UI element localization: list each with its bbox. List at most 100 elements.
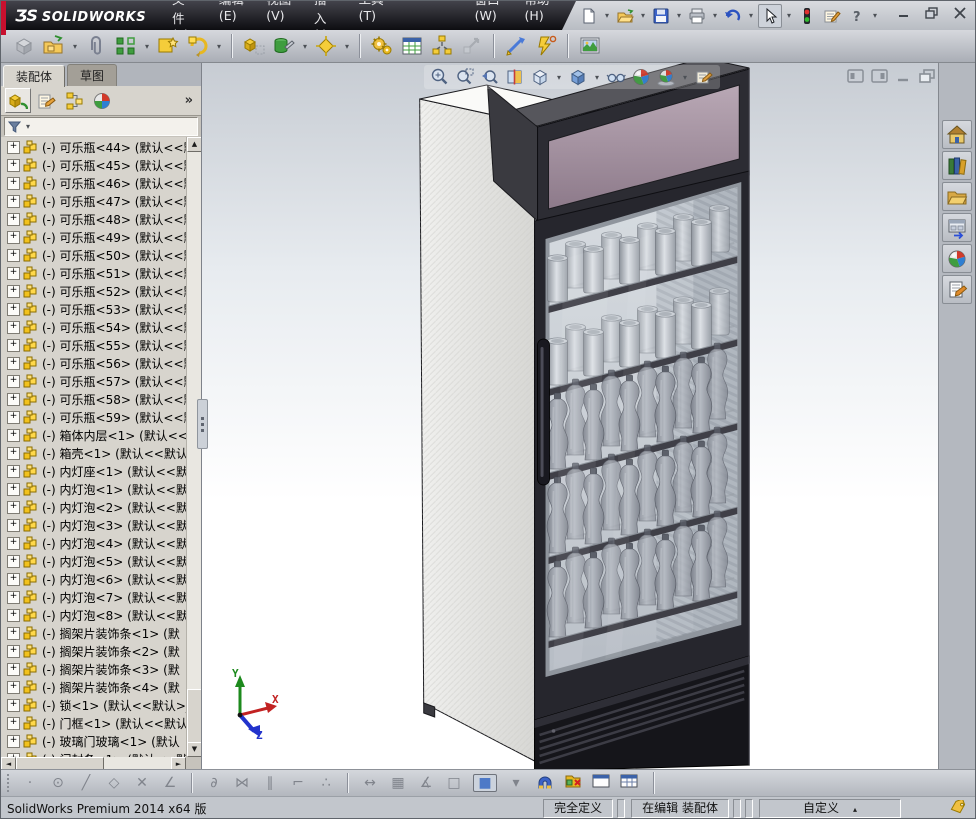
tree-filter-bar[interactable]: ▾ <box>4 117 198 136</box>
select-dropdown-icon[interactable]: ▾ <box>785 11 793 20</box>
shaded-display-icon[interactable]: ■ <box>473 774 497 792</box>
angle-snap-icon[interactable]: ∡ <box>417 775 435 791</box>
tree-row[interactable]: + (-) 内灯泡<5> (默认<<默 <box>1 552 187 570</box>
linear-component-pattern-icon[interactable] <box>113 33 139 59</box>
expand-plus-icon[interactable]: + <box>7 662 20 676</box>
refgeom-dropdown-icon[interactable]: ▾ <box>343 42 351 51</box>
panel-overflow-chevron[interactable]: » <box>185 93 197 108</box>
expand-plus-icon[interactable]: + <box>7 716 20 730</box>
solidworks-resources-home-icon[interactable] <box>942 120 972 149</box>
grid-pane-icon[interactable] <box>619 771 639 795</box>
expand-plus-icon[interactable]: + <box>7 392 20 406</box>
tree-row[interactable]: + (-) 可乐瓶<56> (默认<<默 <box>1 354 187 372</box>
propertymanager-icon[interactable] <box>33 88 59 113</box>
tree-row[interactable]: + (-) 内灯座<1> (默认<<默 <box>1 462 187 480</box>
tree-row[interactable]: + (-) 可乐瓶<46> (默认<<默 <box>1 174 187 192</box>
minimize-icon[interactable] <box>895 69 912 83</box>
scene-dropdown-icon[interactable]: ▾ <box>681 73 689 82</box>
mate-paperclip-icon[interactable] <box>83 33 109 59</box>
expand-plus-icon[interactable]: + <box>7 482 20 496</box>
smart-dimension-icon[interactable]: ↔ <box>361 775 379 791</box>
view-orientation-dropdown-icon[interactable]: ▾ <box>555 73 563 82</box>
tree-row[interactable]: + (-) 可乐瓶<48> (默认<<默 <box>1 210 187 228</box>
vertical-scroll-thumb[interactable] <box>187 689 201 743</box>
spline-tool-icon[interactable]: ∂ <box>205 775 223 791</box>
rebuild-traffic-light-icon[interactable] <box>796 5 818 27</box>
print-icon[interactable] <box>686 5 708 27</box>
expand-plus-icon[interactable]: + <box>7 698 20 712</box>
tree-row[interactable]: + (-) 内灯泡<4> (默认<<默 <box>1 534 187 552</box>
design-library-books-icon[interactable] <box>942 151 972 180</box>
tree-row[interactable]: + (-) 箱体内层<1> (默认<< <box>1 426 187 444</box>
close-icon[interactable] <box>951 5 969 21</box>
sketch-points-icon[interactable]: ∴ <box>317 775 335 791</box>
tree-row[interactable]: + (-) 内灯泡<6> (默认<<默 <box>1 570 187 588</box>
open-icon[interactable] <box>614 5 636 27</box>
restore-icon[interactable] <box>919 69 936 83</box>
tree-row[interactable]: + (-) 门封条<1> (默认<<默 <box>1 750 187 757</box>
smart-fasteners-icon[interactable] <box>155 33 181 59</box>
graphics-viewport[interactable]: ▾ ▾ ▾ Y X Z <box>202 63 941 769</box>
tree-row[interactable]: + (-) 可乐瓶<55> (默认<<默 <box>1 336 187 354</box>
save-icon[interactable] <box>650 5 672 27</box>
tree-row[interactable]: + (-) 可乐瓶<50> (默认<<默 <box>1 246 187 264</box>
expand-plus-icon[interactable]: + <box>7 734 20 748</box>
tree-row[interactable]: + (-) 可乐瓶<57> (默认<<默 <box>1 372 187 390</box>
reference-geometry-icon[interactable] <box>313 33 339 59</box>
expand-plus-icon[interactable]: + <box>7 608 20 622</box>
new-document-icon[interactable] <box>578 5 600 27</box>
expand-plus-icon[interactable]: + <box>7 302 20 316</box>
scroll-up-icon[interactable]: ▲ <box>187 137 201 152</box>
tree-row[interactable]: + (-) 内灯泡<2> (默认<<默 <box>1 498 187 516</box>
custom-toolbar-selector[interactable]: 自定义 ▴ <box>759 799 901 818</box>
undo-icon[interactable] <box>722 5 744 27</box>
expand-plus-icon[interactable]: + <box>7 536 20 550</box>
tree-row[interactable]: + (-) 内灯泡<8> (默认<<默 <box>1 606 187 624</box>
tree-row[interactable]: + (-) 锁<1> (默认<<默认>_ <box>1 696 187 714</box>
tree-row[interactable]: + (-) 可乐瓶<51> (默认<<默 <box>1 264 187 282</box>
features-dropdown-icon[interactable]: ▾ <box>301 42 309 51</box>
expand-plus-icon[interactable]: + <box>7 626 20 640</box>
tree-row[interactable]: + (-) 门框<1> (默认<<默认 <box>1 714 187 732</box>
custom-properties-icon[interactable] <box>942 275 972 304</box>
displaymanager-icon[interactable] <box>89 88 115 113</box>
expand-plus-icon[interactable]: + <box>7 428 20 442</box>
new-dropdown-icon[interactable]: ▾ <box>603 11 611 20</box>
tree-row[interactable]: + (-) 内灯泡<7> (默认<<默 <box>1 588 187 606</box>
grid-snap-icon[interactable]: ▦ <box>389 775 407 791</box>
panel-splitter-handle[interactable] <box>197 399 208 449</box>
tree-row[interactable]: + (-) 可乐瓶<54> (默认<<默 <box>1 318 187 336</box>
circle-tool-icon[interactable]: ⊙ <box>49 775 67 791</box>
assembly-features-icon[interactable] <box>271 33 297 59</box>
help-icon[interactable]: ? <box>846 5 868 27</box>
expand-plus-icon[interactable]: + <box>7 194 20 208</box>
expand-plus-icon[interactable]: + <box>7 464 20 478</box>
take-snapshot-icon[interactable] <box>577 33 603 59</box>
cooler-assembly-model[interactable] <box>202 63 941 769</box>
insert-component-icon[interactable] <box>41 33 67 59</box>
instant3d-icon[interactable] <box>459 33 485 59</box>
section-view-icon[interactable] <box>505 67 525 87</box>
large-design-review-icon[interactable] <box>503 33 529 59</box>
print-dropdown-icon[interactable]: ▾ <box>711 11 719 20</box>
expand-plus-icon[interactable]: + <box>7 644 20 658</box>
zoom-to-fit-icon[interactable] <box>430 67 450 87</box>
help-dropdown-icon[interactable]: ▾ <box>871 11 879 20</box>
expand-plus-icon[interactable]: + <box>7 572 20 586</box>
offset-entities-icon[interactable]: ∥ <box>261 775 279 791</box>
expand-plus-icon[interactable]: + <box>7 374 20 388</box>
tree-row[interactable]: + (-) 内灯泡<3> (默认<<默 <box>1 516 187 534</box>
tree-row[interactable]: + (-) 可乐瓶<52> (默认<<默 <box>1 282 187 300</box>
hide-show-items-glasses-icon[interactable] <box>606 67 626 87</box>
search-icon[interactable]: ⌕ <box>569 8 576 23</box>
options-note-icon[interactable] <box>821 5 843 27</box>
save-dropdown-icon[interactable]: ▾ <box>675 11 683 20</box>
expand-plus-icon[interactable]: + <box>7 518 20 532</box>
edit-appearance-ball-icon[interactable] <box>631 67 651 87</box>
sketch-chamfer-icon[interactable]: ∠ <box>161 775 179 791</box>
bill-of-materials-icon[interactable] <box>399 33 425 59</box>
display-style-dropdown-icon[interactable]: ▾ <box>593 73 601 82</box>
line-tool-icon[interactable]: ╱ <box>77 775 95 791</box>
tree-row[interactable]: + (-) 内灯泡<1> (默认<<默 <box>1 480 187 498</box>
expand-plus-icon[interactable]: + <box>7 410 20 424</box>
